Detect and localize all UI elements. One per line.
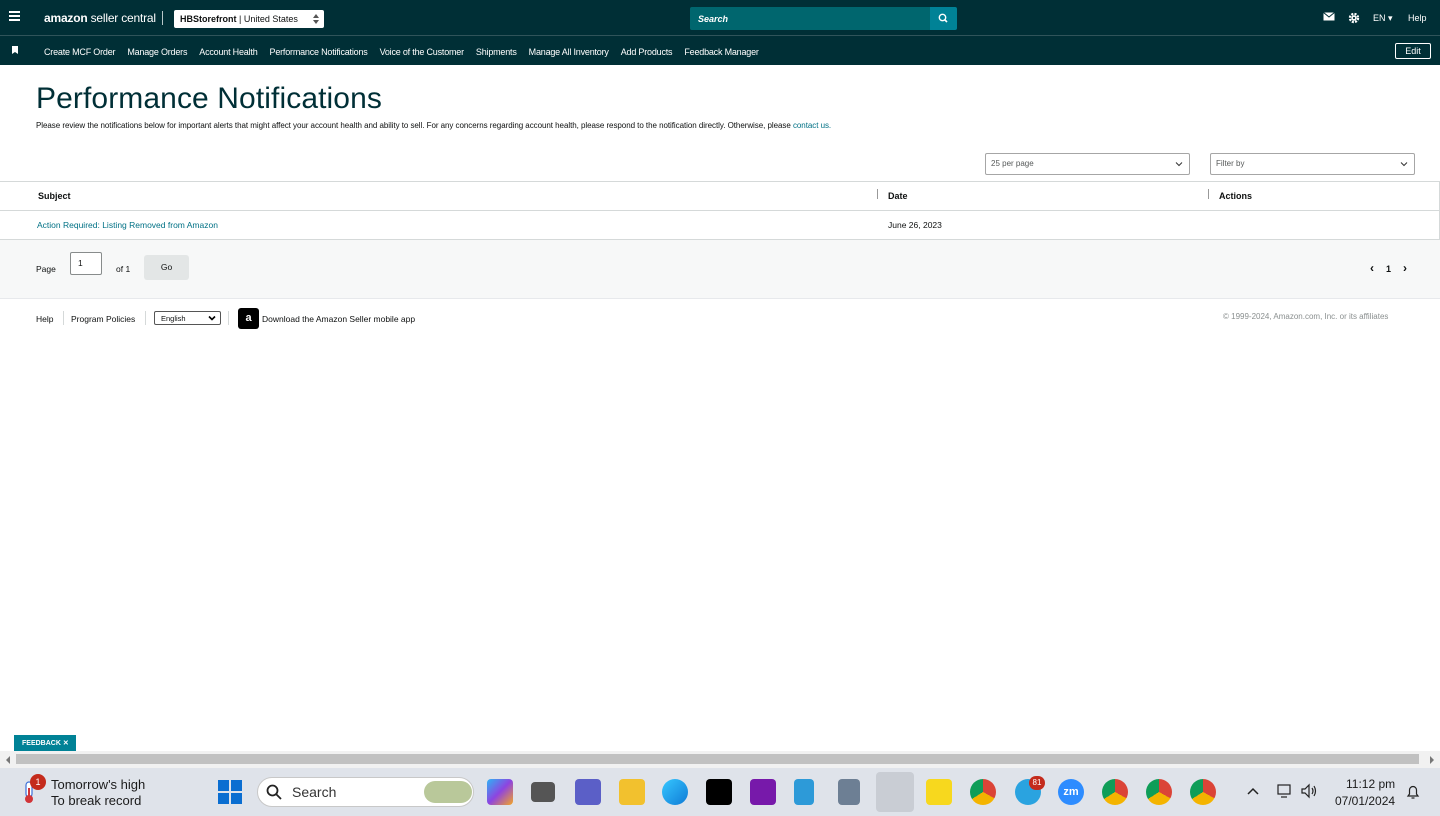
header-row-divider	[0, 210, 1440, 211]
contact-us-link[interactable]: contact us.	[793, 121, 831, 130]
nav-manage-all-inventory[interactable]: Manage All Inventory	[523, 47, 615, 57]
help-link[interactable]: Help	[1408, 13, 1427, 23]
column-header-subject[interactable]: Subject	[38, 191, 71, 201]
pagination-bar	[0, 240, 1440, 299]
page-total: of 1	[116, 264, 131, 274]
file-explorer-icon[interactable]	[619, 779, 645, 805]
copilot-icon[interactable]	[487, 779, 513, 805]
taskbar-time[interactable]: 11:12 pm	[1346, 777, 1395, 791]
logo-divider	[162, 11, 163, 25]
snipping-tool-icon[interactable]	[876, 772, 914, 812]
per-page-select[interactable]: 25 per page	[985, 153, 1190, 175]
column-divider	[877, 189, 878, 199]
nav-shipments[interactable]: Shipments	[470, 47, 523, 57]
footer-divider	[63, 311, 64, 325]
nav-manage-orders[interactable]: Manage Orders	[121, 47, 193, 57]
nav-voice-of-the-customer[interactable]: Voice of the Customer	[374, 47, 470, 57]
mail-icon[interactable]	[1323, 12, 1335, 22]
up-down-arrows-icon	[313, 14, 319, 24]
footer-language-value: English	[161, 314, 186, 323]
next-page-icon[interactable]: ›	[1403, 261, 1407, 275]
nav-performance-notifications[interactable]: Performance Notifications	[264, 47, 374, 57]
edge-icon[interactable]	[662, 779, 688, 805]
amazon-app-icon[interactable]: a	[238, 308, 259, 329]
go-button[interactable]: Go	[144, 255, 189, 280]
notepad-icon[interactable]	[794, 779, 814, 805]
chevron-down-icon	[1400, 162, 1408, 167]
notification-bell-icon[interactable]	[1405, 784, 1421, 800]
weather-line-1[interactable]: Tomorrow's high	[51, 777, 145, 792]
prev-page-icon[interactable]: ‹	[1370, 261, 1374, 275]
program-policies-link[interactable]: Program Policies	[71, 314, 135, 324]
search-icon	[938, 13, 948, 23]
column-header-date[interactable]: Date	[888, 191, 908, 201]
per-page-value: 25 per page	[991, 159, 1034, 168]
store-switcher[interactable]: HBStorefront | United States	[174, 10, 324, 28]
chrome-icon[interactable]	[970, 779, 996, 805]
weather-line-2[interactable]: To break record	[51, 793, 141, 808]
bookmark-icon[interactable]	[12, 46, 18, 54]
task-view-icon[interactable]	[531, 782, 555, 802]
page-number-input[interactable]: 1	[70, 252, 102, 275]
current-page-number[interactable]: 1	[1386, 264, 1391, 274]
gear-icon[interactable]	[1348, 12, 1360, 24]
chrome-profile-icon[interactable]	[1146, 779, 1172, 805]
nav-links: Create MCF Order Manage Orders Account H…	[38, 47, 765, 57]
search-highlight-image-icon	[424, 781, 472, 803]
chrome-profile-icon[interactable]	[1102, 779, 1128, 805]
chevron-up-icon[interactable]	[1247, 787, 1259, 795]
volume-icon[interactable]	[1301, 783, 1319, 799]
footer-divider	[145, 311, 146, 325]
filter-placeholder: Filter by	[1216, 159, 1245, 168]
footer-divider	[228, 311, 229, 325]
notification-date: June 26, 2023	[888, 220, 942, 230]
page-description: Please review the notifications below fo…	[36, 121, 832, 130]
search-button[interactable]	[930, 7, 957, 30]
telegram-badge: 81	[1029, 776, 1045, 790]
calculator-icon[interactable]	[838, 779, 860, 805]
menu-icon[interactable]	[9, 11, 21, 25]
page-title: Performance Notifications	[36, 82, 382, 115]
language-selector[interactable]: EN ▾	[1373, 13, 1393, 24]
scroll-right-icon[interactable]	[1429, 756, 1435, 764]
column-header-actions: Actions	[1219, 191, 1253, 201]
zoom-icon[interactable]: zm	[1058, 779, 1084, 805]
store-marketplace: | United States	[239, 14, 298, 24]
column-divider	[1208, 189, 1209, 199]
nav-add-products[interactable]: Add Products	[615, 47, 679, 57]
nav-feedback-manager[interactable]: Feedback Manager	[678, 47, 764, 57]
chevron-down-icon	[208, 315, 216, 321]
copyright-text: © 1999-2024, Amazon.com, Inc. or its aff…	[1223, 312, 1389, 321]
filter-select[interactable]: Filter by	[1210, 153, 1415, 175]
footer-language-select[interactable]: English	[154, 311, 221, 325]
feedback-tab[interactable]: FEEDBACK ✕	[14, 735, 76, 751]
search-input[interactable]: Search	[690, 7, 930, 30]
chrome-profile-icon[interactable]	[1190, 779, 1216, 805]
scrollbar-thumb[interactable]	[16, 754, 1419, 764]
nav-account-health[interactable]: Account Health	[193, 47, 263, 57]
footer-help-link[interactable]: Help	[36, 314, 53, 324]
store-name: HBStorefront	[180, 14, 237, 24]
page-label: Page	[36, 264, 56, 274]
amazon-seller-central-logo[interactable]: amazon seller central	[44, 11, 156, 25]
taskbar-date[interactable]: 07/01/2024	[1335, 794, 1395, 808]
windows-start-icon[interactable]	[218, 780, 242, 804]
sticky-notes-icon[interactable]	[926, 779, 952, 805]
taskbar-search-text: Search	[292, 784, 337, 800]
chevron-down-icon	[1175, 162, 1183, 167]
weather-badge: 1	[30, 774, 46, 790]
teams-icon[interactable]	[575, 779, 601, 805]
search-icon	[266, 784, 282, 800]
scroll-left-icon[interactable]	[5, 756, 11, 764]
download-app-link[interactable]: Download the Amazon Seller mobile app	[262, 314, 415, 324]
network-icon[interactable]	[1277, 783, 1293, 799]
nav-create-mcf-order[interactable]: Create MCF Order	[38, 47, 121, 57]
onenote-icon[interactable]	[750, 779, 776, 805]
edit-nav-button[interactable]: Edit	[1395, 43, 1431, 59]
netflix-icon[interactable]	[706, 779, 732, 805]
notification-subject-link[interactable]: Action Required: Listing Removed from Am…	[37, 220, 218, 230]
